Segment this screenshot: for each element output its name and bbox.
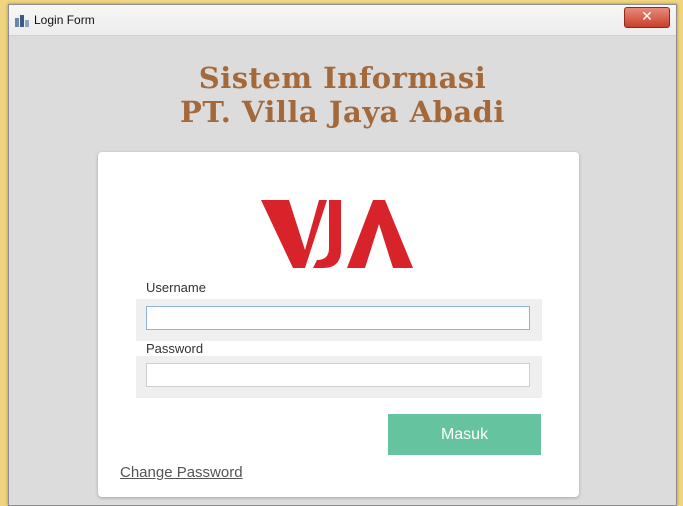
close-icon: ✕ <box>641 9 653 25</box>
password-field-wrapper <box>136 356 542 398</box>
password-label: Password <box>146 341 204 356</box>
username-field-wrapper <box>136 299 542 341</box>
window-client-area: Sistem Informasi PT. Villa Jaya Abadi Us… <box>9 36 676 505</box>
title-bar[interactable]: Login Form ✕ <box>9 5 676 36</box>
login-card: Username Password Masuk Change Password <box>98 152 579 497</box>
login-button[interactable]: Masuk <box>388 414 541 455</box>
username-label: Username <box>146 280 206 295</box>
app-title-line-2: PT. Villa Jaya Abadi <box>180 95 505 129</box>
app-title: Sistem Informasi PT. Villa Jaya Abadi <box>9 61 676 129</box>
window-title: Login Form <box>34 13 95 27</box>
app-title-line-1: Sistem Informasi <box>198 61 487 95</box>
close-button[interactable]: ✕ <box>624 7 670 28</box>
username-input[interactable] <box>146 306 530 330</box>
login-window: Login Form ✕ Sistem Informasi PT. Villa … <box>8 4 677 506</box>
app-window-icon <box>15 14 29 27</box>
change-password-link[interactable]: Change Password <box>120 464 243 481</box>
password-input[interactable] <box>146 363 530 387</box>
company-logo <box>261 192 417 272</box>
